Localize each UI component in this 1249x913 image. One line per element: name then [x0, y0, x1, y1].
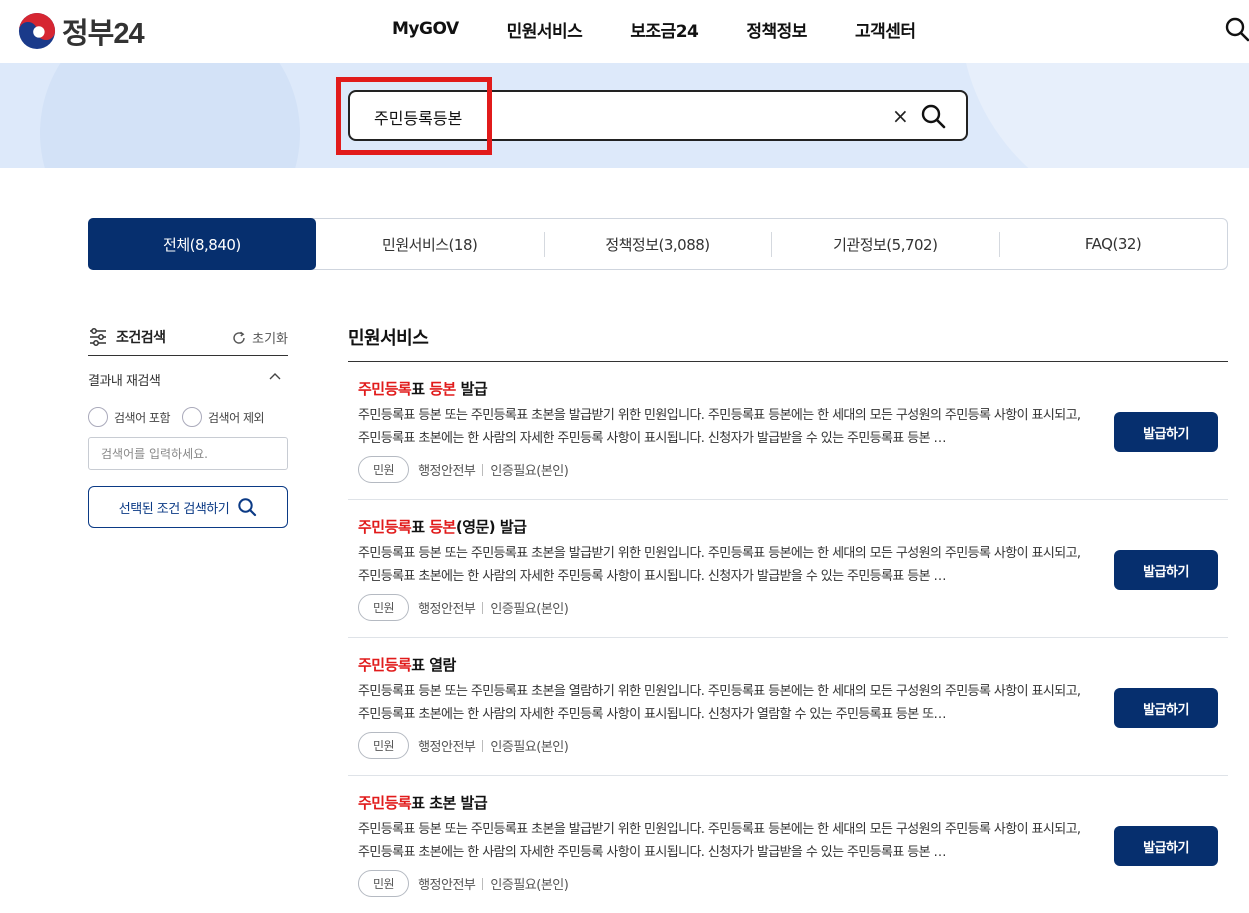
filter-sliders-icon	[90, 327, 106, 346]
title-keyword-highlight: 주민등록	[358, 380, 412, 398]
filter-title: 조건검색	[116, 329, 166, 346]
tab-all[interactable]: 전체(8,840)	[88, 218, 316, 270]
result-title[interactable]: 주민등록표 열람	[358, 654, 456, 675]
result-title[interactable]: 주민등록표 등본(영문) 발급	[358, 516, 527, 537]
agency-name: 행정안전부	[418, 740, 476, 755]
radio-include-label: 검색어 포함	[114, 410, 171, 425]
result-description: 주민등록표 등본 또는 주민등록표 초본을 발급받기 위한 민원입니다. 주민등…	[358, 546, 1081, 584]
taegeuk-logo-icon	[18, 12, 56, 50]
title-keyword-highlight: 주민등록	[358, 518, 412, 536]
hero-decoration	[40, 63, 300, 168]
result-meta: 민원 행정안전부 인증필요(본인)	[358, 732, 569, 759]
auth-requirement: 인증필요(본인)	[490, 878, 569, 893]
result-item: 주민등록표 열람 주민등록표 등본 또는 주민등록표 초본을 열람하기 위한 민…	[348, 638, 1228, 776]
result-description: 주민등록표 등본 또는 주민등록표 초본을 발급받기 위한 민원입니다. 주민등…	[358, 408, 1081, 446]
reset-label: 초기화	[252, 332, 288, 347]
result-tabs: 전체(8,840) 민원서비스(18) 정책정보(3,088) 기관정보(5,7…	[88, 218, 1228, 270]
hero-decoration	[960, 63, 1249, 168]
chevron-up-icon[interactable]	[268, 371, 282, 381]
radio-circle[interactable]	[88, 407, 108, 427]
issue-button[interactable]: 발급하기	[1114, 550, 1218, 590]
category-badge: 민원	[358, 594, 410, 621]
title-keyword-highlight: 주민등록	[358, 656, 412, 674]
category-badge: 민원	[358, 870, 410, 897]
nav-item-subsidy24[interactable]: 보조금24	[630, 17, 699, 42]
refresh-icon	[233, 331, 245, 344]
meta-divider	[482, 601, 484, 614]
search-hero: 주민등록등본 ×	[0, 63, 1249, 168]
issue-button[interactable]: 발급하기	[1114, 688, 1218, 728]
refine-keyword-input[interactable]	[88, 437, 288, 470]
tab-agency-info[interactable]: 기관정보(5,702)	[771, 219, 999, 269]
reset-button[interactable]: 초기화	[231, 328, 288, 347]
result-title[interactable]: 주민등록표 등본 발급	[358, 378, 488, 399]
refine-search-section: 결과내 재검색	[88, 370, 288, 389]
agency-name: 행정안전부	[418, 878, 476, 893]
logo-text: 정부24	[62, 18, 145, 50]
title-keyword-highlight: 등본	[429, 380, 456, 398]
result-meta: 민원 행정안전부 인증필요(본인)	[358, 594, 569, 621]
title-text: 표	[411, 518, 430, 536]
title-text: 표 초본 발급	[411, 794, 488, 812]
nav-item-civil-services[interactable]: 민원서비스	[507, 17, 583, 42]
auth-requirement: 인증필요(본인)	[490, 740, 569, 755]
issue-button[interactable]: 발급하기	[1114, 412, 1218, 452]
agency-name: 행정안전부	[418, 464, 476, 479]
nav-item-mygov[interactable]: MyGOV	[392, 19, 459, 39]
category-badge: 민원	[358, 732, 410, 759]
radio-circle[interactable]	[182, 407, 203, 427]
result-item: 주민등록표 초본 발급 주민등록표 등본 또는 주민등록표 초본을 발급받기 위…	[348, 776, 1228, 913]
result-title[interactable]: 주민등록표 초본 발급	[358, 792, 488, 813]
radio-exclude-label: 검색어 제외	[208, 410, 265, 425]
result-meta: 민원 행정안전부 인증필요(본인)	[358, 456, 569, 483]
radio-include-keyword[interactable]: 검색어 포함	[88, 407, 171, 427]
meta-divider	[482, 877, 484, 890]
results-section-title: 민원서비스	[348, 318, 1228, 362]
title-keyword-highlight: 등본	[429, 518, 456, 536]
auth-requirement: 인증필요(본인)	[490, 602, 569, 617]
search-submit-icon[interactable]	[920, 103, 946, 129]
filter-sidebar: 조건검색 초기화 결과내 재검색 검색어 포함 검색어 제외 선택된 조건 검색…	[88, 318, 288, 528]
refine-search-title: 결과내 재검색	[88, 374, 161, 389]
result-item: 주민등록표 등본(영문) 발급 주민등록표 등본 또는 주민등록표 초본을 발급…	[348, 500, 1228, 638]
main-nav: MyGOV 민원서비스 보조금24 정책정보 고객센터	[392, 0, 964, 58]
apply-filter-label: 선택된 조건 검색하기	[118, 501, 230, 517]
result-description: 주민등록표 등본 또는 주민등록표 초본을 발급받기 위한 민원입니다. 주민등…	[358, 822, 1081, 860]
agency-name: 행정안전부	[418, 602, 476, 617]
auth-requirement: 인증필요(본인)	[490, 464, 569, 479]
search-icon	[238, 498, 257, 517]
tab-civil-services[interactable]: 민원서비스(18)	[316, 219, 544, 269]
title-text: 표	[411, 380, 430, 398]
meta-divider	[482, 739, 484, 752]
title-keyword-highlight: 주민등록	[358, 794, 412, 812]
title-text: (영문) 발급	[455, 518, 527, 536]
result-description: 주민등록표 등본 또는 주민등록표 초본을 열람하기 위한 민원입니다. 주민등…	[358, 684, 1081, 722]
annotation-highlight-box	[336, 77, 492, 155]
issue-button[interactable]: 발급하기	[1114, 826, 1218, 866]
result-meta: 민원 행정안전부 인증필요(본인)	[358, 870, 569, 897]
radio-exclude-keyword[interactable]: 검색어 제외	[182, 407, 265, 427]
result-item: 주민등록표 등본 발급 주민등록표 등본 또는 주민등록표 초본을 발급받기 위…	[348, 362, 1228, 500]
nav-item-policy-info[interactable]: 정책정보	[746, 17, 807, 42]
tab-faq[interactable]: FAQ(32)	[999, 219, 1227, 269]
nav-item-customer-center[interactable]: 고객센터	[855, 17, 916, 42]
tab-policy-info[interactable]: 정책정보(3,088)	[543, 219, 772, 269]
site-header: 정부24 MyGOV 민원서비스 보조금24 정책정보 고객센터	[0, 0, 1249, 63]
category-badge: 민원	[358, 456, 410, 483]
meta-divider	[482, 463, 484, 476]
filter-header: 조건검색 초기화	[88, 318, 288, 356]
result-list: 주민등록표 등본 발급 주민등록표 등본 또는 주민등록표 초본을 발급받기 위…	[348, 362, 1228, 913]
header-search-icon[interactable]	[1224, 16, 1249, 42]
title-text: 표 열람	[411, 656, 456, 674]
site-logo[interactable]: 정부24	[18, 10, 145, 52]
apply-filter-button[interactable]: 선택된 조건 검색하기	[88, 486, 288, 528]
search-results: 민원서비스 주민등록표 등본 발급 주민등록표 등본 또는 주민등록표 초본을 …	[348, 318, 1228, 913]
title-text: 발급	[455, 380, 488, 398]
clear-search-button[interactable]: ×	[892, 104, 909, 128]
keyword-mode-radios: 검색어 포함 검색어 제외	[88, 407, 288, 427]
